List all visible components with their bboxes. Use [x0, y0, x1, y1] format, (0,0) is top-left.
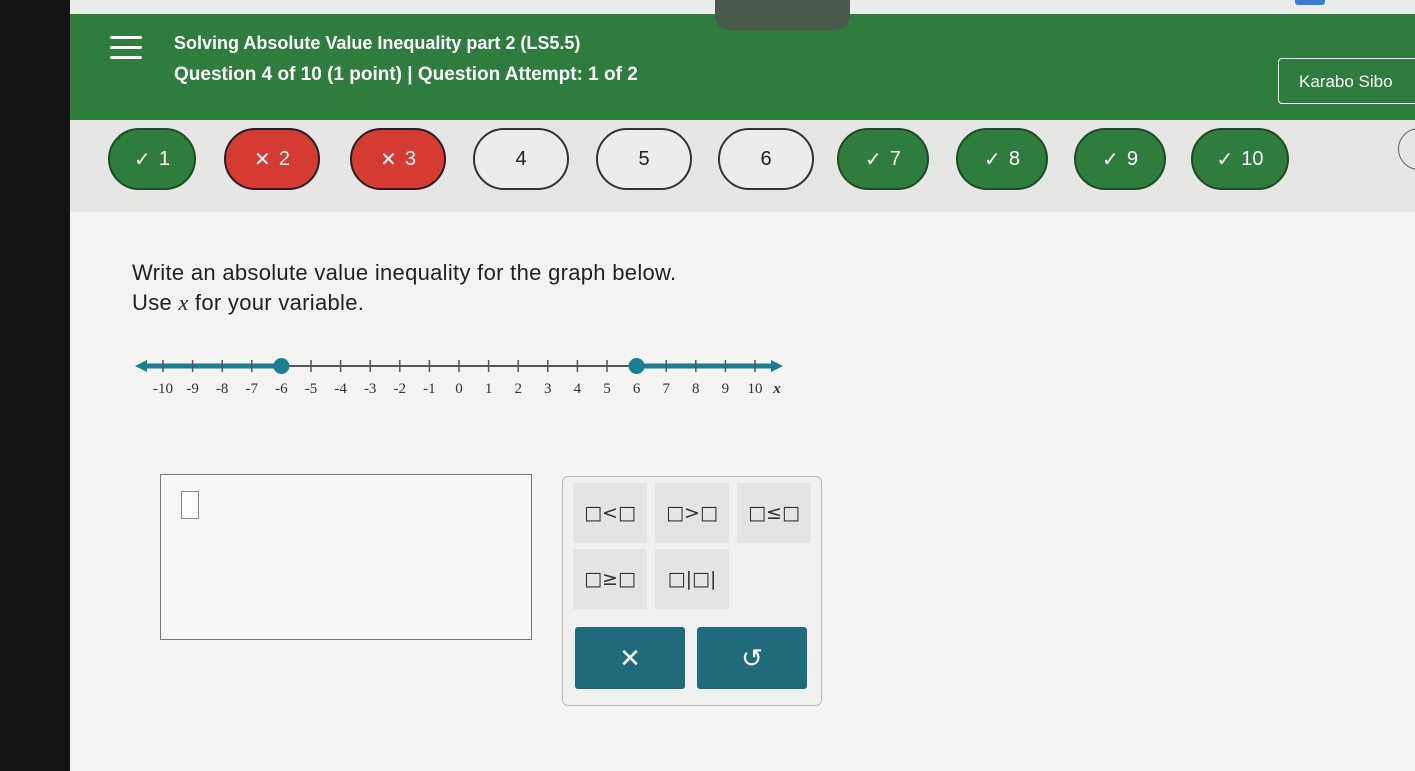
- question-number: 10: [1241, 147, 1264, 170]
- tick-label: 9: [722, 381, 730, 397]
- check-icon: ✓: [1102, 148, 1119, 171]
- axis-variable-label: x: [772, 381, 781, 397]
- tick-label: -3: [364, 381, 377, 397]
- tick-label: 8: [692, 381, 700, 397]
- undo-button[interactable]: ↺: [697, 627, 807, 689]
- tick-label: -2: [394, 381, 407, 397]
- question-2-button[interactable]: ✕ 2: [224, 128, 320, 190]
- tick-label: 5: [603, 381, 611, 397]
- absolute-value-key[interactable]: □|□|: [655, 549, 729, 609]
- tick-label: -5: [305, 381, 318, 397]
- question-number: 2: [278, 147, 290, 170]
- number-line-graph: -10 -9 -8 -7 -6 -5 -4 -3 -2 -1 0 1 2 3 4 5 6 7 8 9 10 x: [135, 358, 783, 397]
- check-icon: ✓: [134, 148, 151, 171]
- question-8-button[interactable]: ✓ 8: [956, 128, 1048, 190]
- tick-label: -6: [275, 381, 288, 397]
- assignment-title: Solving Absolute Value Inequality part 2…: [174, 33, 581, 53]
- tick-label: -9: [186, 381, 199, 397]
- prompt-line-1: Write an absolute value inequality for t…: [132, 260, 677, 285]
- question-3-button[interactable]: ✕ 3: [350, 128, 446, 190]
- question-prompt: Write an absolute value inequality for t…: [132, 258, 676, 318]
- question-7-button[interactable]: ✓ 7: [837, 128, 929, 190]
- question-number: 7: [889, 147, 901, 170]
- clear-button[interactable]: ✕: [575, 627, 685, 689]
- x-icon: ✕: [380, 148, 397, 171]
- question-number: 9: [1126, 147, 1138, 170]
- tick-label: 3: [544, 381, 552, 397]
- tick-label: 10: [748, 381, 763, 397]
- question-number: 3: [404, 147, 416, 170]
- check-icon: ✓: [865, 148, 882, 171]
- less-equal-key[interactable]: □≤□: [737, 483, 811, 543]
- input-cursor-box: [181, 491, 199, 519]
- check-icon: ✓: [1216, 148, 1234, 171]
- tick-label: -10: [153, 381, 173, 397]
- greater-equal-key[interactable]: □≥□: [573, 549, 647, 609]
- tick-label: 0: [455, 381, 463, 397]
- question-number: 1: [158, 147, 170, 170]
- tick-label: -8: [216, 381, 229, 397]
- screen: Solving Absolute Value Inequality part 2…: [70, 0, 1415, 771]
- tick-label: 1: [485, 381, 493, 397]
- question-1-button[interactable]: ✓ 1: [108, 128, 196, 190]
- tick-label: 2: [514, 381, 522, 397]
- tick-label: -1: [423, 381, 436, 397]
- question-5-button[interactable]: 5: [596, 128, 692, 190]
- question-number: 4: [515, 147, 527, 170]
- question-number: 5: [638, 147, 650, 170]
- x-icon: ✕: [254, 148, 271, 171]
- check-icon: ✓: [984, 148, 1001, 171]
- tick-label: -7: [246, 381, 259, 397]
- question-status: Question 4 of 10 (1 point) | Question At…: [174, 64, 638, 85]
- question-9-button[interactable]: ✓ 9: [1074, 128, 1166, 190]
- question-number: 6: [760, 147, 772, 170]
- tick-label: 4: [574, 381, 582, 397]
- answer-input[interactable]: [160, 474, 532, 640]
- greater-than-key[interactable]: □>□: [655, 483, 729, 543]
- less-than-key[interactable]: □<□: [573, 483, 647, 543]
- header-bar: Solving Absolute Value Inequality part 2…: [70, 0, 1415, 120]
- question-6-button[interactable]: 6: [718, 128, 814, 190]
- tick-label: 7: [662, 381, 670, 397]
- question-4-button[interactable]: 4: [473, 128, 569, 190]
- user-name-button[interactable]: Karabo Sibo: [1278, 58, 1415, 104]
- closed-point: [628, 358, 645, 374]
- closed-point: [273, 358, 290, 374]
- tick-label: 6: [633, 381, 641, 397]
- tick-label: -4: [334, 381, 347, 397]
- prompt-line-2: Use x for your variable.: [132, 290, 365, 315]
- menu-icon[interactable]: [110, 36, 142, 60]
- question-10-button[interactable]: ✓ 10: [1191, 128, 1289, 190]
- arrow-left-icon: [135, 360, 147, 372]
- math-keypad: □<□ □>□ □≤□ □≥□ □|□| ✕ ↺: [562, 476, 822, 706]
- variable-symbol: x: [178, 290, 189, 315]
- top-indicator: [1295, 0, 1325, 5]
- question-number: 8: [1008, 147, 1020, 170]
- top-notch: [715, 0, 850, 30]
- arrow-right-icon: [771, 360, 783, 372]
